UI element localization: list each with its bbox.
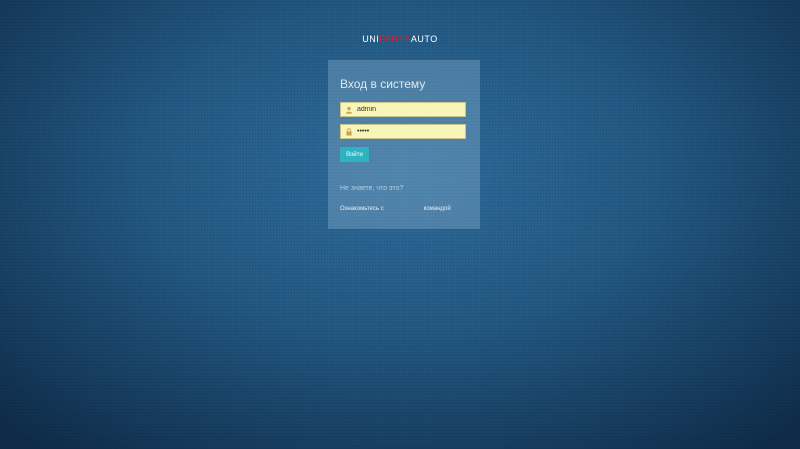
login-title: Вход в систему bbox=[340, 77, 426, 91]
password-field-wrapper bbox=[340, 124, 466, 139]
logo-text-parts: PARTS bbox=[379, 34, 411, 44]
logo-text-uni: UNI bbox=[362, 34, 380, 44]
help-note: Ознакомьтесь с командой bbox=[340, 206, 451, 212]
lock-icon bbox=[343, 125, 355, 138]
user-icon bbox=[343, 103, 355, 116]
help-question: Не знаете, что это? bbox=[340, 185, 404, 192]
username-input[interactable] bbox=[355, 103, 457, 116]
brand-logo: UNIPARTSAUTO bbox=[0, 34, 800, 44]
password-input[interactable] bbox=[355, 125, 457, 138]
help-link[interactable]: командой bbox=[424, 206, 451, 212]
login-panel: Вход в систему Войти Не знаете, что это?… bbox=[328, 60, 480, 229]
logo-text-auto: AUTO bbox=[410, 34, 438, 44]
login-button[interactable]: Войти bbox=[340, 147, 369, 162]
username-field-wrapper bbox=[340, 102, 466, 117]
help-text: Ознакомьтесь с bbox=[340, 206, 384, 212]
